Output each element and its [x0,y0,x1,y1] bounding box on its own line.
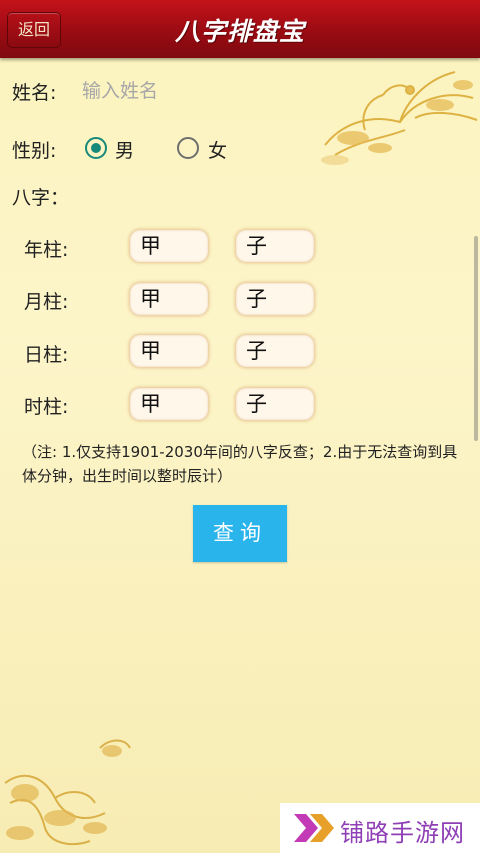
dragon-ornament-icon [4,739,131,846]
gender-radio-female[interactable] [177,137,199,159]
month-branch-select[interactable]: 子 [236,283,314,315]
phoenix-ornament-icon [321,71,478,165]
query-button[interactable]: 查询 [193,505,287,562]
note-text: （注: 1.仅支持1901-2030年间的八字反查；2.由于无法查询到具体分钟，… [22,443,458,485]
year-branch-select[interactable]: 子 [236,230,314,262]
hour-stem-select[interactable]: 甲 [130,388,208,420]
bazi-label: 八字： [12,187,70,209]
day-branch-select[interactable]: 子 [236,335,314,367]
pillar-label-hour: 时柱: [24,396,69,418]
double-chevron-logo-icon [294,814,334,842]
hour-branch-select[interactable]: 子 [236,388,314,420]
app-title: 八字排盘宝 [174,17,305,46]
name-label: 姓名: [12,82,57,104]
pillar-label-year: 年柱: [24,239,69,261]
watermark-text: 铺路手游网 [340,819,465,847]
name-input[interactable] [78,76,306,106]
pillar-label-month: 月柱: [24,291,69,313]
pillar-label-day: 日柱: [24,344,69,366]
gender-male-label[interactable]: 男 [115,136,134,163]
gender-label: 性别: [12,140,57,162]
year-stem-select[interactable]: 甲 [130,230,208,262]
watermark: 铺路手游网 [280,803,480,853]
title-bar: 返回 八字排盘宝 [0,0,480,58]
scrollbar[interactable] [474,236,478,441]
month-stem-select[interactable]: 甲 [130,283,208,315]
gender-radio-male[interactable] [85,137,107,159]
day-stem-select[interactable]: 甲 [130,335,208,367]
gender-female-label[interactable]: 女 [208,136,227,163]
